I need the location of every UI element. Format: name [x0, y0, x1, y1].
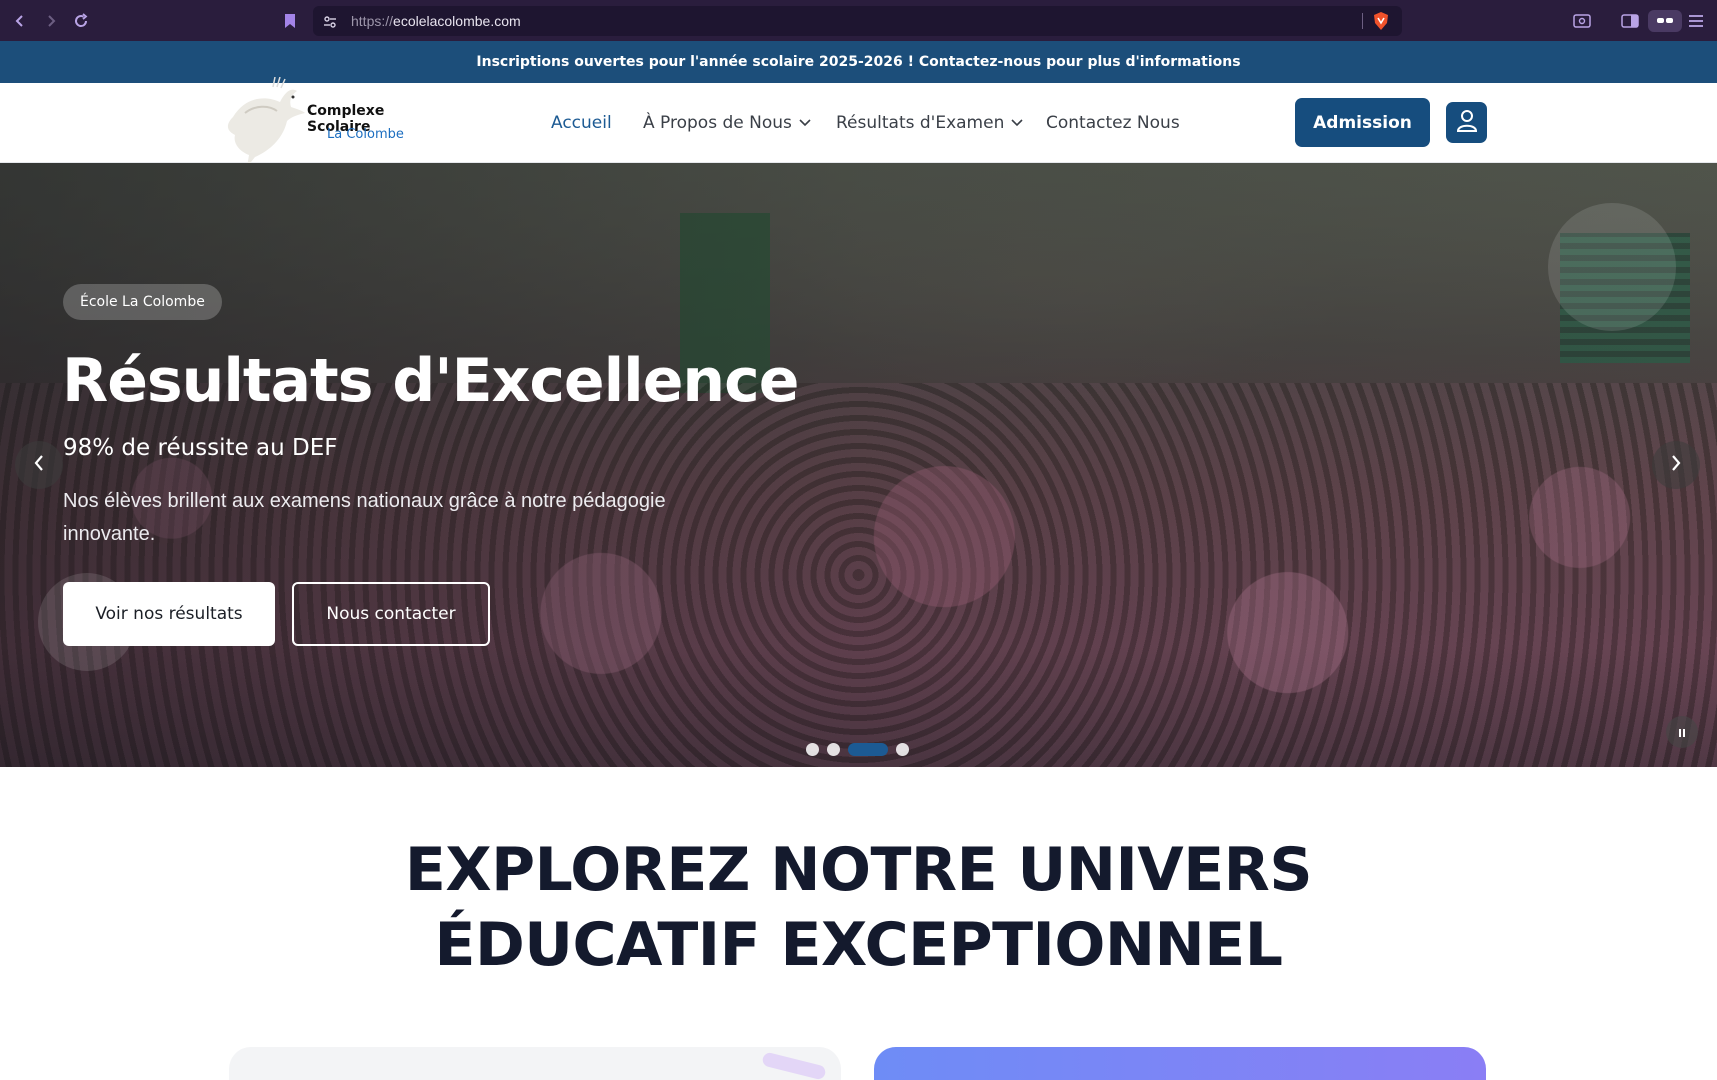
nav-label: Résultats d'Examen	[836, 113, 1005, 133]
url-text: https://ecolelacolombe.com	[351, 13, 521, 29]
nav-label: Contactez Nous	[1046, 113, 1180, 133]
decorative-swoosh	[761, 1051, 827, 1080]
address-bar[interactable]: https://ecolelacolombe.com	[313, 6, 1402, 36]
nav-item-resultats[interactable]: Résultats d'Examen	[836, 111, 1023, 135]
site-settings-icon[interactable]	[323, 14, 337, 33]
forward-icon[interactable]	[40, 10, 62, 32]
chevron-down-icon	[1011, 119, 1023, 127]
user-icon	[1456, 109, 1478, 137]
hero-subtitle: 98% de réussite au DEF	[63, 435, 338, 461]
nav-item-contact[interactable]: Contactez Nous	[1046, 111, 1180, 135]
dove-logo-icon	[227, 77, 305, 167]
nav-item-a-propos[interactable]: À Propos de Nous	[643, 111, 811, 135]
hero-description: Nos élèves brillent aux examens nationau…	[63, 490, 666, 545]
slider-dot[interactable]	[827, 743, 840, 756]
vpn-icon[interactable]	[1648, 10, 1682, 32]
section-title: EXPLOREZ NOTRE UNIVERS ÉDUCATIF EXCEPTIO…	[0, 833, 1717, 983]
reload-icon[interactable]	[70, 10, 92, 32]
chevron-left-icon	[33, 454, 45, 476]
divider	[1362, 13, 1363, 29]
browser-toolbar: https://ecolelacolombe.com	[0, 0, 1717, 41]
slider-dots	[806, 743, 909, 756]
site-logo[interactable]: Complexe Scolaire La Colombe	[225, 77, 435, 167]
logo-subtitle: La Colombe	[327, 127, 404, 142]
hero-badge: École La Colombe	[63, 284, 222, 320]
brave-shield-icon[interactable]	[1372, 11, 1390, 35]
sidebar-icon[interactable]	[1619, 10, 1641, 32]
chevron-right-icon	[1670, 454, 1682, 476]
back-icon[interactable]	[9, 10, 31, 32]
nav-label: À Propos de Nous	[643, 113, 792, 133]
slider-next-button[interactable]	[1652, 441, 1700, 489]
screenshot-icon[interactable]	[1571, 10, 1593, 32]
nav-label: Accueil	[551, 113, 612, 133]
decorative-circle	[1548, 203, 1676, 331]
slider-pause-button[interactable]	[1666, 716, 1698, 748]
slider-prev-button[interactable]	[15, 441, 63, 489]
hero-slider: École La Colombe Résultats d'Excellence …	[0, 163, 1717, 767]
section-title-line: ÉDUCATIF EXCEPTIONNEL	[434, 910, 1283, 980]
chevron-down-icon	[799, 119, 811, 127]
user-account-button[interactable]	[1446, 102, 1487, 143]
feature-card[interactable]	[229, 1047, 841, 1080]
url-protocol: https://	[351, 13, 394, 29]
hero-title: Résultats d'Excellence	[62, 346, 799, 416]
nav-item-accueil[interactable]: Accueil	[551, 111, 612, 135]
pause-icon	[1678, 723, 1686, 742]
hero-overlay	[0, 163, 1717, 767]
view-results-button[interactable]: Voir nos résultats	[63, 582, 275, 646]
section-title-line: EXPLOREZ NOTRE UNIVERS	[404, 835, 1313, 905]
announcement-text: Inscriptions ouvertes pour l'année scola…	[476, 54, 1241, 70]
slider-dot-active[interactable]	[848, 743, 888, 756]
bookmark-icon[interactable]	[279, 10, 301, 32]
feature-card[interactable]	[874, 1047, 1486, 1080]
slider-dot[interactable]	[806, 743, 819, 756]
slider-dot[interactable]	[896, 743, 909, 756]
site-header: Complexe Scolaire La Colombe Accueil À P…	[0, 77, 1717, 167]
url-host: ecolelacolombe.com	[393, 13, 521, 29]
contact-us-button[interactable]: Nous contacter	[292, 582, 490, 646]
menu-icon[interactable]	[1685, 10, 1707, 32]
admission-button[interactable]: Admission	[1295, 98, 1430, 147]
